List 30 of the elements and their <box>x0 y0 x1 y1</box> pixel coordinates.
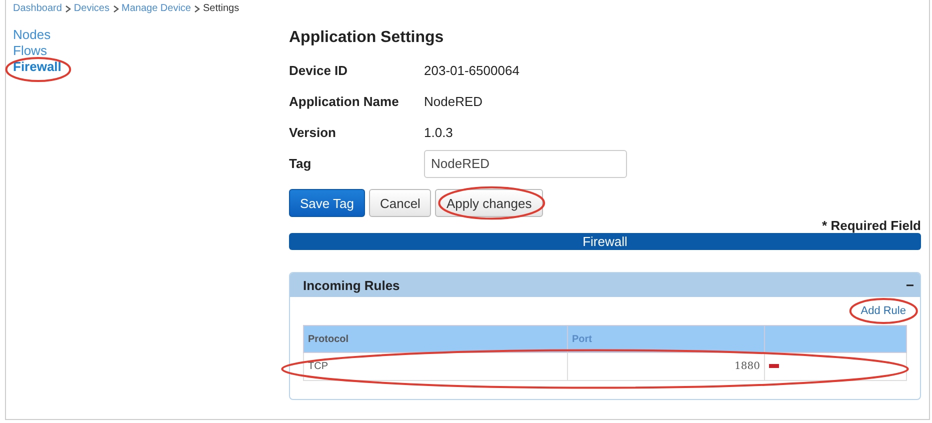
table-cell: TCP <box>304 352 568 380</box>
action-button[interactable]: Cancel <box>368 189 432 217</box>
field-value: 1.0.3 <box>424 125 453 140</box>
action-button[interactable]: Save Tag <box>289 189 365 217</box>
page-title: Application Settings <box>289 29 445 47</box>
remove-icon[interactable] <box>769 364 779 368</box>
sidebar-item[interactable]: Nodes <box>13 27 51 42</box>
table-cell: 1880 <box>568 352 764 380</box>
field-label: Tag <box>289 156 312 171</box>
column-header: Port <box>568 326 764 352</box>
breadcrumb-separator-icon <box>112 4 118 12</box>
column-header: Protocol <box>304 326 568 352</box>
required-field-note: * Required Field <box>821 218 921 233</box>
sidebar-item[interactable]: Flows <box>13 43 47 58</box>
field-value: NodeRED <box>424 94 483 109</box>
field-label: Device ID <box>289 63 349 78</box>
breadcrumb-item[interactable]: Manage Device <box>122 3 191 14</box>
breadcrumb-item: Settings <box>202 3 240 14</box>
panel-title: Incoming Rules <box>303 278 400 292</box>
field-label: Application Name <box>289 94 400 109</box>
action-button[interactable]: Apply changes <box>435 189 543 217</box>
breadcrumb-item[interactable]: Dashboard <box>13 3 62 14</box>
breadcrumb-item[interactable]: Devices <box>74 3 110 14</box>
field-value: 203-01-6500064 <box>424 63 520 78</box>
field-label: Version <box>289 125 337 140</box>
section-header-bar: Firewall <box>289 233 921 250</box>
breadcrumb-separator-icon <box>64 4 71 12</box>
breadcrumb-separator-icon <box>194 4 200 12</box>
collapse-button[interactable]: − <box>906 277 914 293</box>
tag-input-field[interactable]: NodeRED <box>424 150 627 178</box>
